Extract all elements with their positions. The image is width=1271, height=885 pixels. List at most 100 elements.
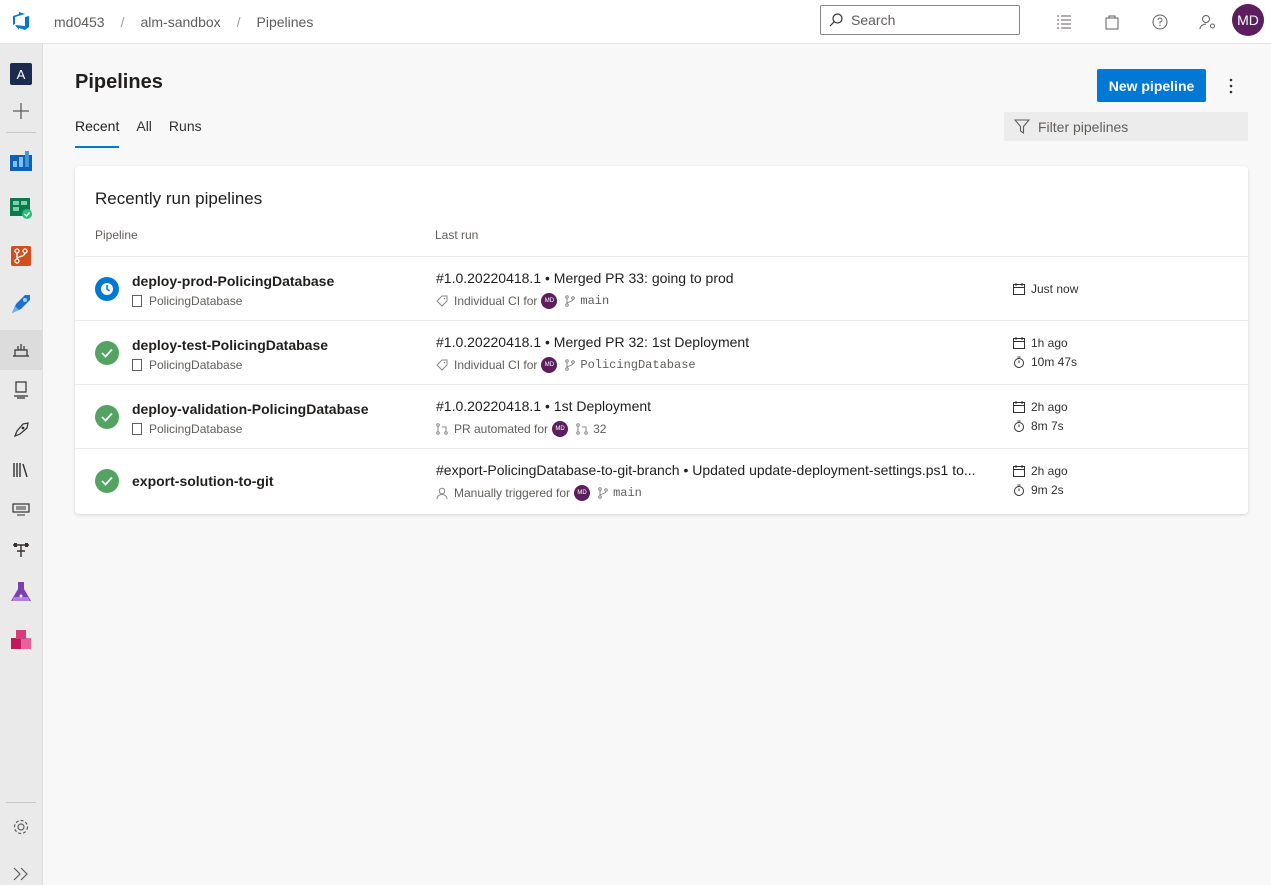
search-icon xyxy=(829,13,843,27)
rail-divider xyxy=(6,132,36,133)
run-duration: 10m 47s xyxy=(1013,355,1077,369)
run-duration: 9m 2s xyxy=(1013,483,1064,497)
new-pipeline-button[interactable]: New pipeline xyxy=(1097,69,1206,102)
trigger-text: PR automated for xyxy=(454,422,549,436)
succeeded-status-icon xyxy=(95,405,119,429)
pipeline-row[interactable]: deploy-validation-PolicingDatabase Polic… xyxy=(75,384,1248,448)
pipeline-row[interactable]: deploy-prod-PolicingDatabase PolicingDat… xyxy=(75,256,1248,320)
tab-recent[interactable]: Recent xyxy=(75,118,120,148)
artifacts-icon[interactable] xyxy=(0,620,42,660)
more-actions-icon[interactable] xyxy=(1220,74,1242,98)
pipeline-repo-name: PolicingDatabase xyxy=(149,358,243,372)
tag-icon xyxy=(436,295,448,307)
stopwatch-icon xyxy=(1014,420,1024,432)
time-ago: 2h ago xyxy=(1031,400,1068,414)
pipeline-name[interactable]: deploy-test-PolicingDatabase xyxy=(132,337,328,353)
work-items-list-icon[interactable] xyxy=(1040,8,1088,36)
expand-rail-chevron-icon[interactable] xyxy=(0,854,42,885)
help-icon[interactable] xyxy=(1136,8,1184,36)
branch-name: PolicingDatabase xyxy=(580,358,696,372)
run-duration: 8m 7s xyxy=(1013,419,1064,433)
running-status-icon xyxy=(95,277,119,301)
repo-icon xyxy=(132,423,142,435)
person-icon xyxy=(436,487,448,499)
test-plans-icon[interactable] xyxy=(0,572,42,612)
succeeded-status-icon xyxy=(95,341,119,365)
add-icon[interactable] xyxy=(0,91,42,131)
left-navigation-rail: A xyxy=(0,44,43,885)
repo-icon xyxy=(132,295,142,307)
branch-icon xyxy=(598,487,608,499)
branch-icon xyxy=(565,295,576,307)
user-settings-icon[interactable] xyxy=(1184,8,1232,36)
time-ago: 2h ago xyxy=(1031,464,1068,478)
user-avatar[interactable]: MD xyxy=(1232,4,1264,36)
breadcrumb: md0453 / alm-sandbox / Pipelines xyxy=(54,14,313,30)
trigger-text: Manually triggered for xyxy=(454,486,571,500)
requester-avatar: MD xyxy=(541,293,558,309)
calendar-icon xyxy=(1013,337,1025,349)
run-title[interactable]: #export-PolicingDatabase-to-git-branch •… xyxy=(436,462,976,478)
source-branch: main xyxy=(565,294,609,308)
project-initial: A xyxy=(10,63,32,85)
search-placeholder: Search xyxy=(851,12,896,28)
tag-icon xyxy=(436,359,448,371)
pull-request-icon xyxy=(436,423,448,435)
requester-avatar: MD xyxy=(541,357,558,373)
source-branch: main xyxy=(598,486,642,500)
recent-pipelines-card: Recently run pipelines Pipeline Last run… xyxy=(75,166,1248,514)
card-title: Recently run pipelines xyxy=(95,189,263,208)
trigger-text: Individual CI for xyxy=(454,358,538,372)
pipeline-row[interactable]: deploy-test-PolicingDatabase PolicingDat… xyxy=(75,320,1248,384)
boards-icon[interactable] xyxy=(0,188,42,228)
pipeline-name[interactable]: export-solution-to-git xyxy=(132,473,274,489)
run-start-time: 1h ago xyxy=(1013,336,1068,350)
pipelines-subnav-icon[interactable] xyxy=(0,330,42,370)
repo-icon xyxy=(132,359,142,371)
task-groups-icon[interactable] xyxy=(0,490,42,530)
run-trigger-info: Manually triggered for MD main xyxy=(436,485,642,501)
project-switcher[interactable]: A xyxy=(0,54,42,94)
duration: 8m 7s xyxy=(1031,419,1064,433)
run-title[interactable]: #1.0.20220418.1 • Merged PR 33: going to… xyxy=(436,270,734,286)
project-settings-gear-icon[interactable] xyxy=(0,807,42,847)
azure-devops-logo-icon[interactable] xyxy=(0,0,42,44)
run-trigger-info: Individual CI for MD PolicingDatabase xyxy=(436,357,696,373)
tab-all[interactable]: All xyxy=(136,118,152,148)
pipeline-repo: PolicingDatabase xyxy=(132,358,242,372)
run-start-time: 2h ago xyxy=(1013,464,1068,478)
trigger-text: Individual CI for xyxy=(454,294,538,308)
time-ago: 1h ago xyxy=(1031,336,1068,350)
tab-runs[interactable]: Runs xyxy=(169,118,202,148)
pipeline-tabs: Recent All Runs xyxy=(75,118,219,148)
run-title[interactable]: #1.0.20220418.1 • Merged PR 32: 1st Depl… xyxy=(436,334,749,350)
overview-icon[interactable] xyxy=(0,140,42,180)
pipeline-name[interactable]: deploy-prod-PolicingDatabase xyxy=(132,273,334,289)
deployment-groups-icon[interactable] xyxy=(0,530,42,570)
breadcrumb-page[interactable]: Pipelines xyxy=(257,14,314,30)
stopwatch-icon xyxy=(1014,484,1024,496)
run-trigger-info: Individual CI for MD main xyxy=(436,293,609,309)
branch-name: main xyxy=(580,294,610,308)
environments-icon[interactable] xyxy=(0,370,42,410)
search-input[interactable]: Search xyxy=(820,5,1020,35)
column-header-last-run: Last run xyxy=(435,228,479,242)
run-trigger-info: PR automated for MD 32 xyxy=(436,421,606,437)
pipeline-name[interactable]: deploy-validation-PolicingDatabase xyxy=(132,401,369,417)
library-icon[interactable] xyxy=(0,450,42,490)
releases-rocket-icon[interactable] xyxy=(0,410,42,450)
filter-pipelines-input[interactable]: Filter pipelines xyxy=(1004,112,1248,141)
run-title[interactable]: #1.0.20220418.1 • 1st Deployment xyxy=(436,398,651,414)
pull-request-number: 32 xyxy=(593,422,607,436)
breadcrumb-org[interactable]: md0453 xyxy=(54,14,105,30)
page-title: Pipelines xyxy=(75,71,163,93)
pipelines-icon[interactable] xyxy=(0,284,42,324)
pull-request-icon xyxy=(576,423,588,435)
repos-icon[interactable] xyxy=(0,236,42,276)
pipeline-row[interactable]: export-solution-to-git #export-PolicingD… xyxy=(75,448,1248,514)
breadcrumb-separator: / xyxy=(236,13,241,30)
marketplace-bag-icon[interactable] xyxy=(1088,8,1136,36)
column-header-pipeline: Pipeline xyxy=(95,228,138,242)
filter-placeholder: Filter pipelines xyxy=(1038,118,1129,135)
breadcrumb-project[interactable]: alm-sandbox xyxy=(140,14,220,30)
